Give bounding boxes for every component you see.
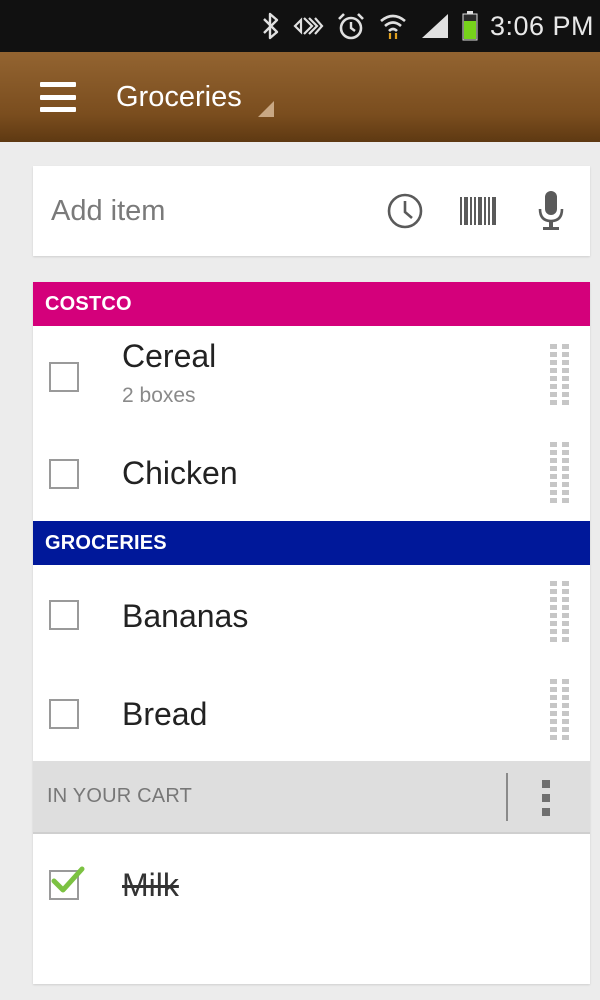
item-name: Milk bbox=[122, 867, 179, 903]
item-checkbox-checked[interactable] bbox=[49, 866, 85, 900]
item-checkbox[interactable] bbox=[49, 699, 79, 729]
cart-item-milk[interactable]: Milk bbox=[33, 834, 590, 934]
item-checkbox[interactable] bbox=[49, 362, 79, 392]
drag-handle-icon[interactable] bbox=[550, 679, 570, 740]
section-label: GROCERIES bbox=[45, 531, 167, 554]
item-name: Bananas bbox=[122, 598, 249, 634]
cart-header: IN YOUR CART bbox=[33, 761, 590, 834]
item-checkbox[interactable] bbox=[49, 459, 79, 489]
more-options-icon[interactable] bbox=[542, 780, 550, 816]
section-header-costco: COSTCO bbox=[33, 282, 590, 326]
barcode-icon[interactable] bbox=[460, 197, 498, 225]
list-item-bananas[interactable]: Bananas bbox=[33, 565, 590, 663]
list-item-chicken[interactable]: Chicken bbox=[33, 426, 590, 521]
shopping-list: COSTCO Cereal 2 boxes Chicken GROCERIES … bbox=[33, 282, 590, 984]
bluetooth-icon bbox=[262, 10, 280, 42]
alarm-icon bbox=[336, 10, 366, 42]
cart-label: IN YOUR CART bbox=[47, 785, 193, 807]
battery-icon bbox=[462, 10, 478, 42]
list-title[interactable]: Groceries bbox=[116, 81, 242, 114]
add-item-input[interactable] bbox=[33, 194, 353, 228]
drag-handle-icon[interactable] bbox=[550, 442, 570, 503]
cart-divider bbox=[506, 773, 508, 821]
drag-handle-icon[interactable] bbox=[550, 344, 570, 405]
item-checkbox[interactable] bbox=[49, 600, 79, 630]
checkmark-icon bbox=[51, 866, 85, 893]
menu-icon[interactable] bbox=[40, 82, 76, 112]
section-header-groceries: GROCERIES bbox=[33, 521, 590, 565]
nfc-icon bbox=[292, 10, 324, 42]
add-item-card bbox=[33, 166, 590, 256]
status-bar: 3:06 PM bbox=[0, 0, 600, 52]
dropdown-arrow-icon[interactable] bbox=[257, 101, 274, 117]
microphone-icon[interactable] bbox=[538, 191, 564, 231]
item-name: Bread bbox=[122, 696, 208, 732]
action-bar: Groceries bbox=[0, 52, 600, 142]
item-name: Cereal bbox=[122, 338, 217, 374]
drag-handle-icon[interactable] bbox=[550, 581, 570, 642]
history-icon[interactable] bbox=[386, 192, 424, 230]
list-item-cereal[interactable]: Cereal 2 boxes bbox=[33, 326, 590, 426]
item-name: Chicken bbox=[122, 455, 238, 491]
status-time: 3:06 PM bbox=[489, 10, 594, 41]
signal-icon bbox=[420, 10, 450, 42]
section-label: COSTCO bbox=[45, 292, 132, 315]
item-note: 2 boxes bbox=[122, 384, 196, 407]
wifi-icon bbox=[378, 10, 408, 42]
list-item-bread[interactable]: Bread bbox=[33, 663, 590, 761]
